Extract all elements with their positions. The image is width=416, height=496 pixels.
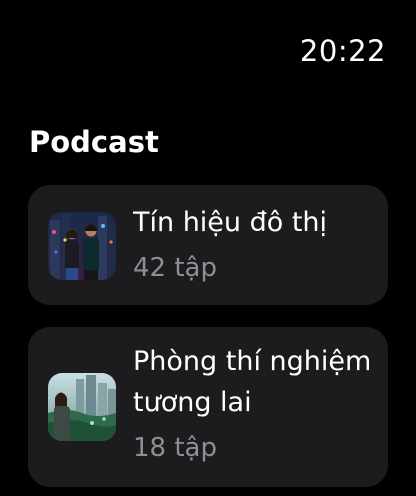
podcast-artwork bbox=[48, 212, 116, 280]
podcast-title: Tín hiệu đô thị bbox=[133, 207, 328, 238]
podcast-card[interactable]: Tín hiệu đô thị 42 tập bbox=[28, 185, 388, 305]
podcast-title: Phòng thí nghiệm tương lai bbox=[133, 346, 372, 418]
section-title: Podcast bbox=[29, 125, 159, 159]
clock-time: 20:22 bbox=[299, 34, 386, 68]
episode-count: 42 tập bbox=[133, 253, 217, 283]
podcast-artwork bbox=[48, 373, 116, 441]
episode-count: 18 tập bbox=[133, 433, 217, 463]
podcast-card[interactable]: Phòng thí nghiệm tương lai 18 tập bbox=[28, 327, 388, 487]
